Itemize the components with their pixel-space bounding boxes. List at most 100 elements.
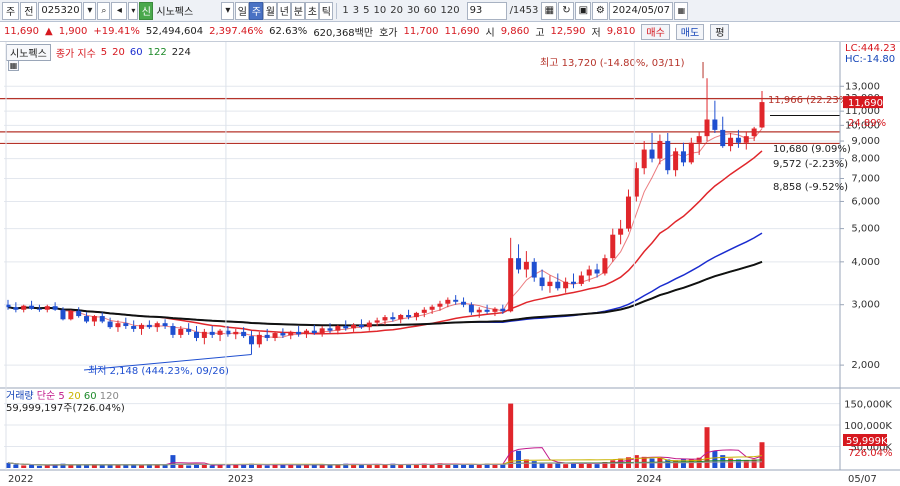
volume-axis-label: 150,000K: [844, 400, 892, 411]
candle-body: [516, 258, 522, 270]
period-button-2[interactable]: 월: [263, 1, 278, 20]
candle-body: [743, 136, 749, 143]
candle-body: [366, 322, 372, 328]
candle-body: [539, 277, 545, 287]
price-axis-label: 10,000: [845, 120, 880, 131]
candle-body: [288, 331, 294, 336]
refresh-icon: ↻: [562, 5, 571, 16]
candle-body: [461, 301, 467, 305]
stock-name: 시노펙스: [154, 2, 220, 20]
candle-body: [571, 281, 576, 284]
volume-bar: [13, 464, 19, 468]
save-button[interactable]: ▣: [575, 1, 592, 20]
menu-dropdown[interactable]: 주: [2, 1, 20, 20]
x-axis-label: 2022: [8, 474, 33, 485]
prev-stock-button[interactable]: ◂: [111, 1, 128, 20]
search-button[interactable]: ⌕: [97, 1, 111, 20]
candle-body: [60, 309, 66, 320]
candle-body: [641, 149, 647, 169]
zoom-button[interactable]: ▦: [541, 1, 558, 20]
volume-bar: [571, 462, 576, 468]
volume-bar: [720, 455, 726, 468]
price-chart[interactable]: 13,00012,00011,00010,0009,0008,0007,0006…: [0, 0, 900, 486]
candle-body: [390, 317, 396, 320]
candle-body: [209, 331, 215, 335]
code-dropdown-button[interactable]: ▾: [83, 1, 97, 20]
price-axis-label: 13,000: [845, 81, 880, 92]
ma-line-20: [7, 150, 763, 335]
period-button-1[interactable]: 주: [249, 1, 264, 20]
stock-code-input[interactable]: 025320: [38, 1, 83, 20]
interval-button-3[interactable]: 3: [351, 2, 361, 20]
price-axis-label: 9,000: [851, 136, 880, 147]
candle-body: [343, 326, 349, 329]
stock-list-dropdown[interactable]: ▾: [221, 1, 235, 20]
volume-bar: [36, 465, 42, 468]
volume-bar: [665, 459, 671, 468]
volume-bar: [421, 463, 427, 468]
volume-bar: [468, 464, 474, 468]
settings-button[interactable]: ⚙: [592, 1, 609, 20]
legend-stock-name[interactable]: 시노펙스: [6, 44, 51, 61]
volume-bar: [735, 459, 741, 468]
period-button-0[interactable]: 일: [235, 1, 250, 20]
bid-price: 11,690: [444, 26, 480, 37]
chevron-down-icon: ▾: [225, 5, 231, 16]
moving-averages: [7, 62, 763, 371]
volume-bar: [390, 463, 396, 468]
scale-lc: LC:444.23: [845, 43, 896, 54]
save-icon: ▣: [578, 5, 589, 16]
candle-body: [272, 333, 278, 338]
stock-badge-label: 신: [141, 7, 151, 18]
chart-options-button[interactable]: ▦: [8, 60, 19, 71]
interval-button-5[interactable]: 5: [361, 2, 371, 20]
date-input[interactable]: 2024/05/07: [609, 1, 674, 20]
volume-bar: [146, 464, 152, 468]
volume-bar: [201, 464, 207, 468]
period-button-6[interactable]: 틱: [319, 1, 334, 20]
count-input[interactable]: 93: [466, 1, 507, 20]
period-button-3[interactable]: 년: [277, 1, 292, 20]
quote-bar: 11,690 ▲ 1,900 +19.41% 52,494,604 2,397.…: [0, 22, 900, 42]
market-type-dropdown[interactable]: 전: [20, 1, 38, 20]
candle-body: [123, 323, 129, 327]
x-axis: 2022 2023 2024 05/07: [5, 42, 877, 485]
volume-legend-ma20: 20: [67, 391, 81, 402]
sell-button[interactable]: 매도: [675, 23, 705, 40]
interval-button-1[interactable]: 1: [340, 2, 350, 20]
volume-ma-line-5: [7, 447, 763, 466]
period-button-5[interactable]: 초: [305, 1, 320, 20]
price-axis-label: 11,000: [845, 106, 880, 117]
interval-button-60[interactable]: 60: [422, 2, 439, 20]
candle-body: [131, 326, 137, 329]
interval-button-30[interactable]: 30: [405, 2, 422, 20]
refresh-button[interactable]: ↻: [558, 1, 575, 20]
volume-ma-line-120: [7, 461, 763, 466]
candle-body: [91, 316, 97, 322]
candle-body: [406, 314, 412, 318]
volume-bar: [555, 463, 561, 468]
volume-bar: [578, 463, 584, 468]
ma-line-60: [7, 232, 763, 327]
candle-body: [21, 305, 27, 310]
candle-body: [547, 281, 553, 287]
period-button-4[interactable]: 분: [291, 1, 306, 20]
candle-body: [248, 336, 254, 345]
history-dropdown-button[interactable]: ▾: [128, 1, 139, 20]
volume-bar: [280, 464, 286, 468]
high-label: 고: [535, 28, 545, 39]
candle-body: [186, 328, 192, 332]
interval-button-10[interactable]: 10: [372, 2, 389, 20]
volume-bar: [343, 463, 349, 468]
volume-bar: [256, 464, 262, 468]
turnover-ratio: 62.63%: [269, 26, 308, 37]
chart-toolbar: 주 전 025320 ▾ ⌕ ◂ ▾ 신 시노펙스 ▾ 일주월년분초틱 1351…: [0, 0, 900, 22]
buy-button[interactable]: 매수: [641, 23, 670, 40]
eval-button[interactable]: 평: [710, 23, 730, 40]
candle-body: [492, 308, 498, 312]
interval-button-20[interactable]: 20: [388, 2, 405, 20]
candle-body: [508, 258, 514, 312]
calendar-button[interactable]: ▦: [674, 1, 689, 20]
volume-bar: [351, 464, 357, 468]
interval-button-120[interactable]: 120: [438, 2, 461, 20]
